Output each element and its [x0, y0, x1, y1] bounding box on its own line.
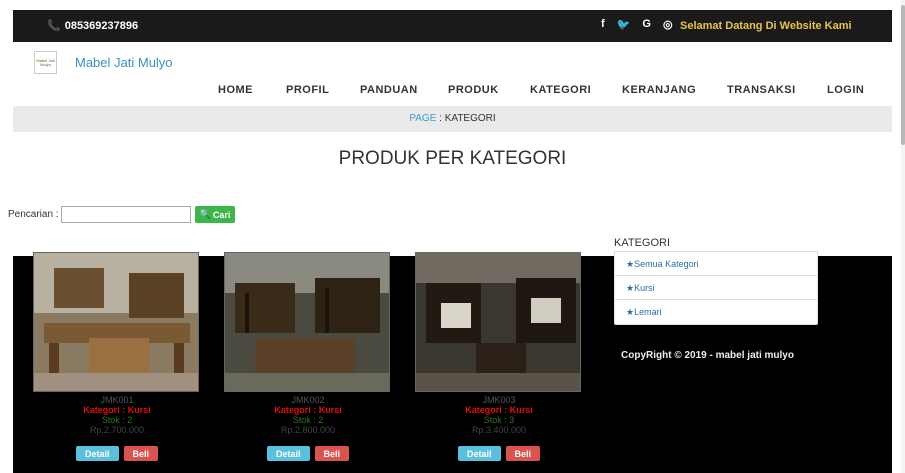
- product-category: Kategori : Kursi: [465, 405, 533, 415]
- nav-keranjang[interactable]: KERANJANG: [622, 84, 696, 96]
- phone-contact: 📞 085369237896: [47, 19, 139, 33]
- product-code: JMK002: [291, 395, 325, 405]
- scrollbar-thumb[interactable]: [901, 5, 905, 145]
- buy-button[interactable]: Beli: [123, 446, 159, 461]
- nav-transaksi[interactable]: TRANSAKSI: [727, 84, 796, 96]
- product-image[interactable]: [224, 252, 390, 392]
- breadcrumb-current: KATEGORI: [444, 113, 496, 124]
- buy-button[interactable]: Beli: [314, 446, 350, 461]
- nav-kategori[interactable]: KATEGORI: [530, 84, 591, 96]
- buy-button[interactable]: Beli: [505, 446, 541, 461]
- search-button-label: Cari: [212, 209, 231, 220]
- product-stock: Stok : 2: [101, 415, 133, 425]
- nav-panduan[interactable]: PANDUAN: [360, 84, 418, 96]
- category-item-semua[interactable]: ★Semua Kategori: [615, 252, 817, 276]
- category-label: Lemari: [634, 307, 662, 317]
- logo-lettering: Mabel Jati Mulyo: [36, 58, 55, 67]
- detail-button[interactable]: Detail: [75, 446, 119, 461]
- page-title: PRODUK PER KATEGORI: [338, 148, 567, 169]
- nav-profil[interactable]: PROFIL: [286, 84, 329, 96]
- product-price: Rp.2.800.000: [280, 425, 336, 435]
- phone-number: 085369237896: [64, 19, 139, 32]
- product-code: JMK001: [100, 395, 134, 405]
- instagram-icon[interactable]: ◎: [663, 18, 673, 31]
- product-actions: Detail Beli: [33, 446, 201, 461]
- brand-bar: Mabel Jati Mulyo Mabel Jati Mulyo: [13, 42, 892, 80]
- copyright-text: CopyRight © 2019 - mabel jati mulyo: [621, 350, 794, 361]
- product-actions: Detail Beli: [224, 446, 392, 461]
- search-button[interactable]: 🔍 Cari: [194, 206, 236, 223]
- product-stock: Stok : 3: [483, 415, 515, 425]
- star-icon: ★: [626, 307, 635, 317]
- product-actions: Detail Beli: [415, 446, 583, 461]
- search-form: Pencarian : 🔍 Cari: [8, 206, 236, 223]
- star-icon: ★: [626, 259, 635, 269]
- category-item-lemari[interactable]: ★Lemari: [615, 300, 817, 324]
- product-image[interactable]: [415, 252, 581, 392]
- search-label: Pencarian :: [8, 209, 59, 220]
- nav-login[interactable]: LOGIN: [827, 84, 864, 96]
- breadcrumb-separator: :: [436, 113, 445, 124]
- social-links: f 🐦 G ◎: [601, 18, 673, 31]
- top-bar: 📞 085369237896 f 🐦 G ◎ Selamat Datang Di…: [13, 10, 892, 42]
- product-price: Rp.2.700.000: [89, 425, 145, 435]
- breadcrumb: PAGE : KATEGORI: [13, 106, 892, 132]
- product-card: JMK001 Kategori : Kursi Stok : 2 Rp.2.70…: [33, 252, 201, 461]
- product-category: Kategori : Kursi: [274, 405, 342, 415]
- breadcrumb-page[interactable]: PAGE: [409, 113, 436, 124]
- nav-home[interactable]: HOME: [218, 84, 253, 96]
- search-icon: 🔍: [199, 209, 211, 219]
- facebook-icon[interactable]: f: [601, 18, 605, 31]
- search-input[interactable]: [60, 206, 191, 223]
- category-list: ★Semua Kategori ★Kursi ★Lemari: [614, 251, 818, 325]
- phone-icon: 📞: [47, 20, 61, 32]
- welcome-text: Selamat Datang Di Website Kami: [680, 20, 852, 32]
- category-label: Kursi: [634, 283, 655, 293]
- detail-button[interactable]: Detail: [457, 446, 501, 461]
- category-item-kursi[interactable]: ★Kursi: [615, 276, 817, 300]
- category-label: Semua Kategori: [634, 259, 699, 269]
- sidebar-title: KATEGORI: [614, 237, 671, 249]
- brand-logo[interactable]: Mabel Jati Mulyo: [34, 51, 57, 74]
- product-price: Rp.3.400.000: [471, 425, 527, 435]
- twitter-icon[interactable]: 🐦: [617, 18, 631, 31]
- product-image[interactable]: [33, 252, 199, 392]
- google-icon[interactable]: G: [642, 18, 651, 31]
- product-category: Kategori : Kursi: [83, 405, 151, 415]
- brand-name[interactable]: Mabel Jati Mulyo: [75, 55, 173, 70]
- star-icon: ★: [626, 283, 635, 293]
- product-stock: Stok : 2: [292, 415, 324, 425]
- detail-button[interactable]: Detail: [266, 446, 310, 461]
- product-code: JMK003: [482, 395, 516, 405]
- nav-produk[interactable]: PRODUK: [448, 84, 499, 96]
- product-card: JMK002 Kategori : Kursi Stok : 2 Rp.2.80…: [224, 252, 392, 461]
- main-nav: HOME PROFIL PANDUAN PRODUK KATEGORI KERA…: [0, 80, 905, 102]
- product-card: JMK003 Kategori : Kursi Stok : 3 Rp.3.40…: [415, 252, 583, 461]
